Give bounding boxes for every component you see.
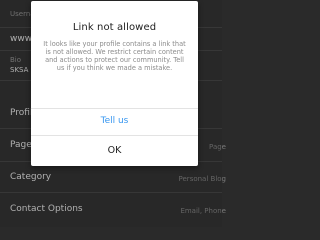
ok-button[interactable]: OK bbox=[31, 140, 198, 162]
dialog-divider bbox=[31, 135, 198, 136]
dialog-message: It looks like your profile contains a li… bbox=[43, 40, 186, 72]
tell-us-button[interactable]: Tell us bbox=[31, 109, 198, 133]
dialog-title: Link not allowed bbox=[72, 22, 157, 33]
link-not-allowed-dialog: Link not allowed It looks like your prof… bbox=[31, 1, 198, 166]
